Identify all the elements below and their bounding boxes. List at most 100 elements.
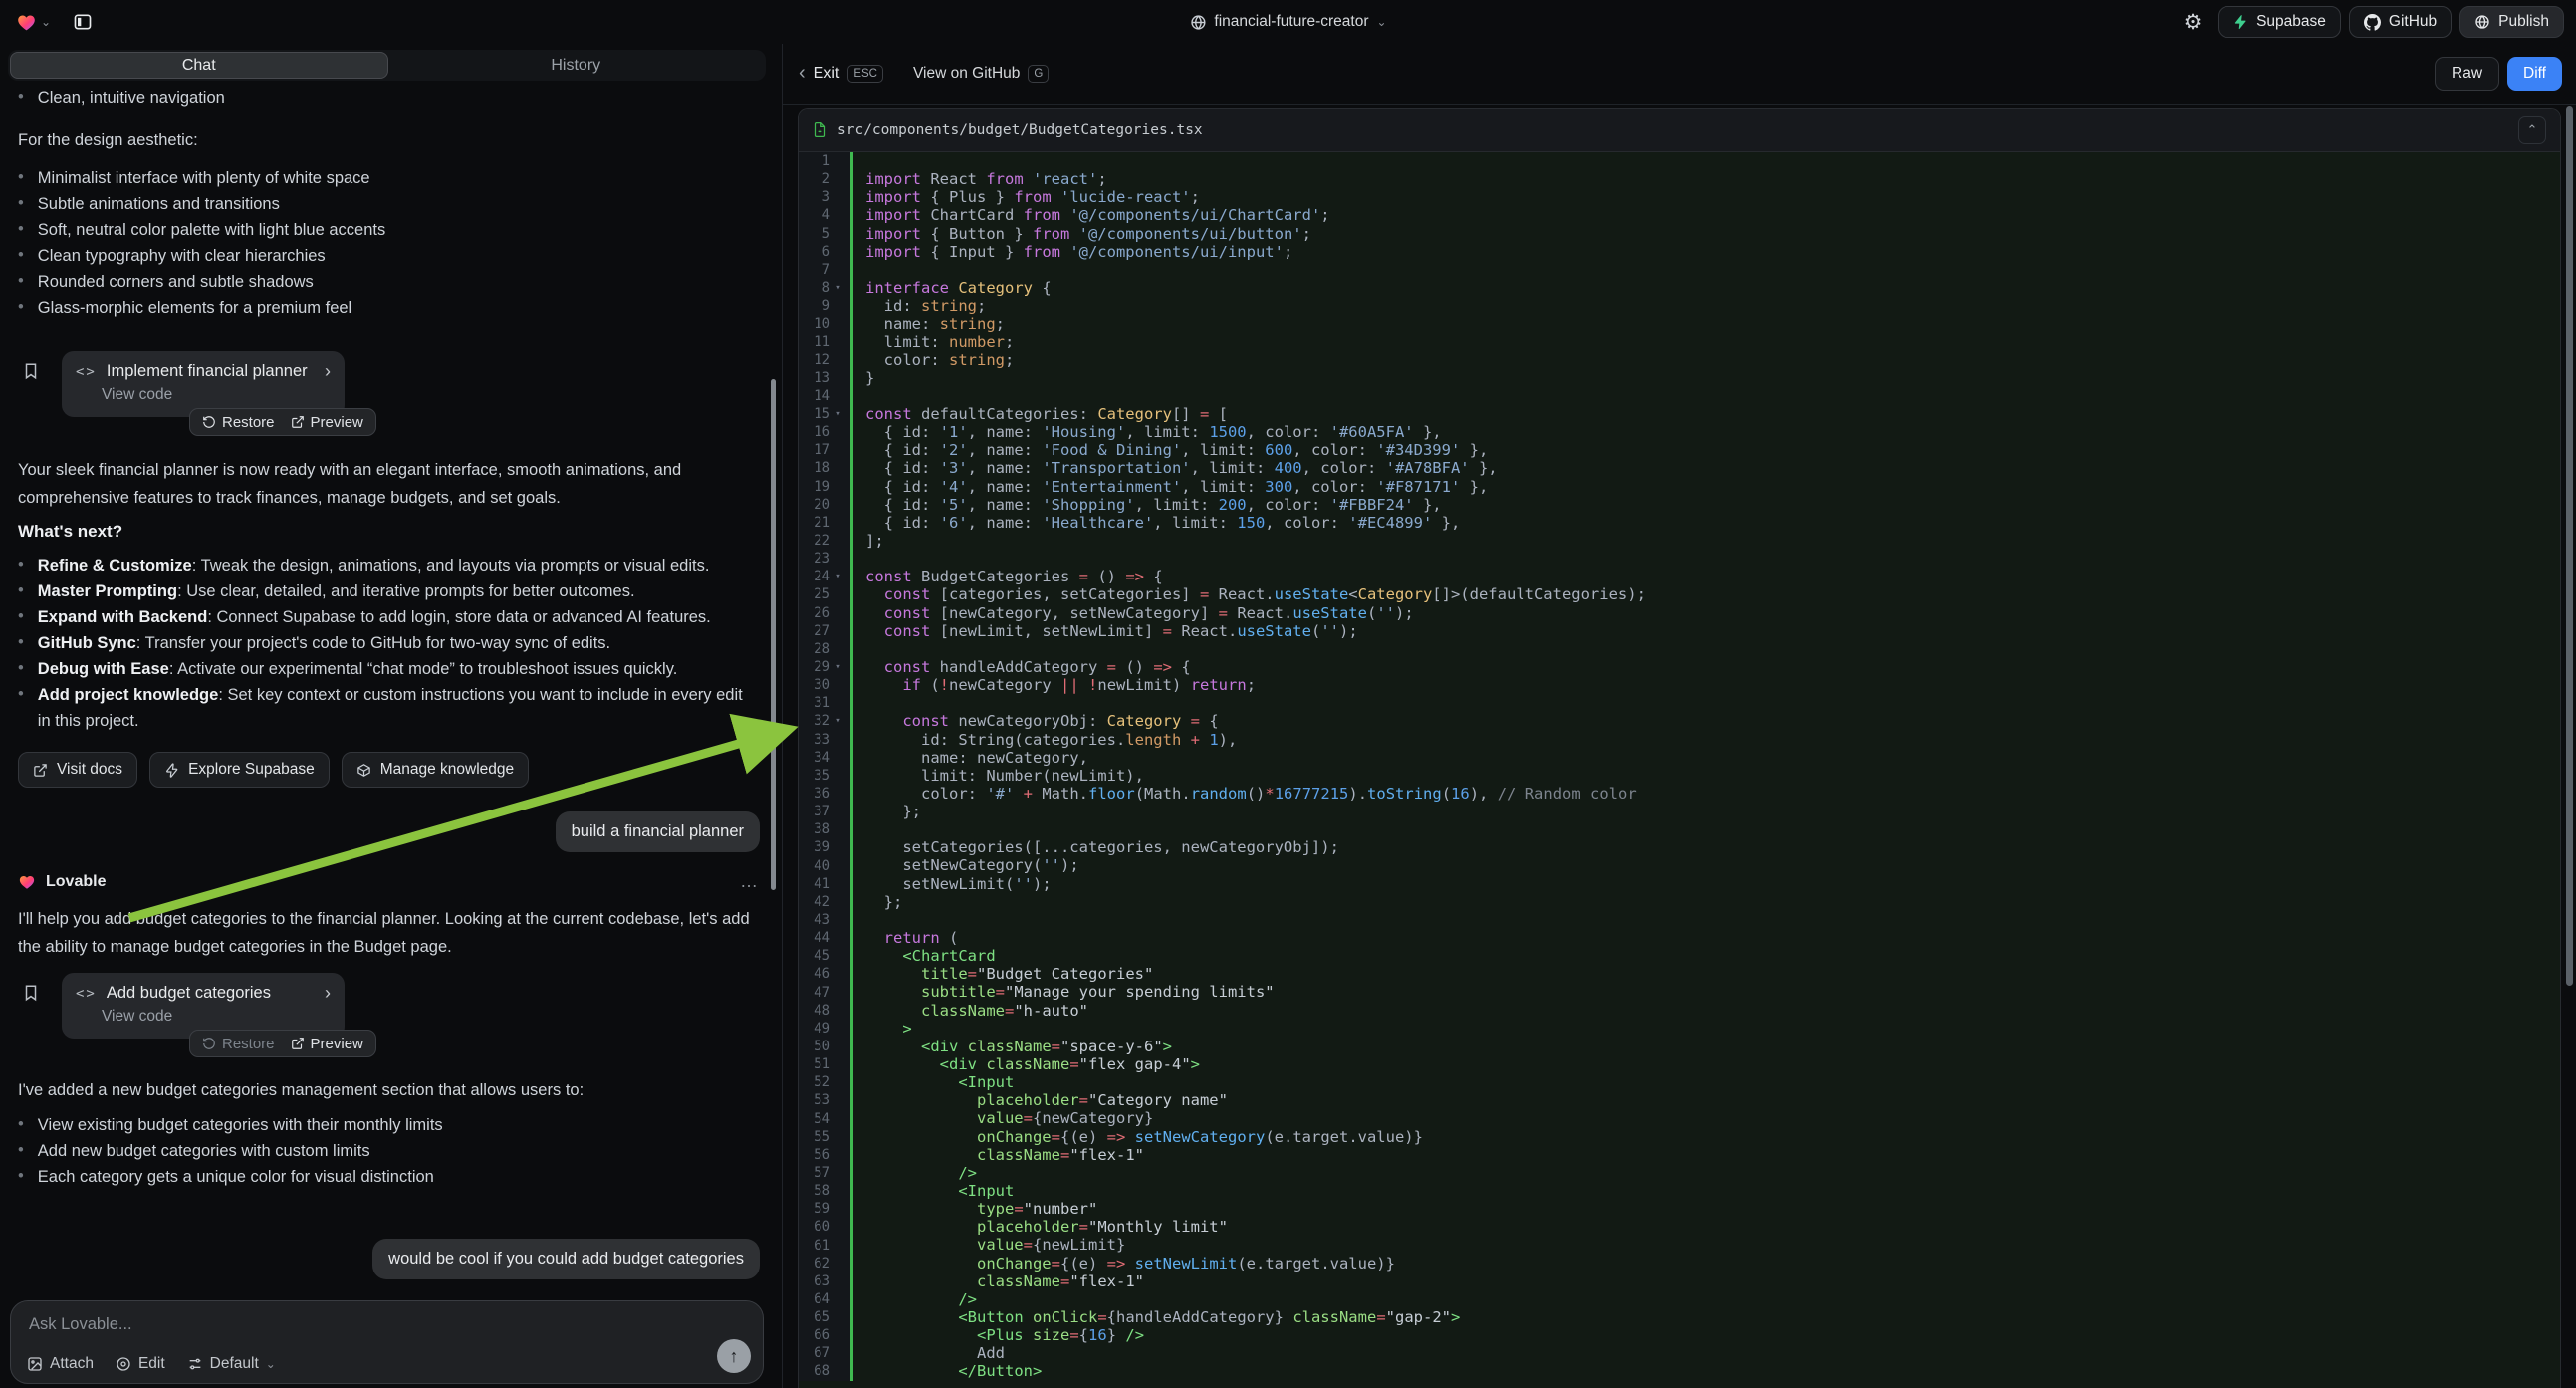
preview-button[interactable]: Preview xyxy=(291,1036,363,1052)
chat-scrollbar[interactable] xyxy=(771,379,776,890)
bookmark-icon[interactable] xyxy=(22,983,40,1003)
file-header[interactable]: src/components/budget/BudgetCategories.t… xyxy=(799,109,2560,152)
line-number[interactable]: 54 xyxy=(799,1111,830,1127)
line-number[interactable]: 34 xyxy=(799,750,830,766)
tab-history[interactable]: History xyxy=(388,52,765,79)
line-number[interactable]: 64 xyxy=(799,1291,830,1307)
line-number[interactable]: 17 xyxy=(799,442,830,458)
line-number[interactable]: 30 xyxy=(799,677,830,693)
line-number[interactable]: 58 xyxy=(799,1183,830,1199)
collapse-file-button[interactable]: ⌃ xyxy=(2518,116,2546,144)
line-number[interactable]: 26 xyxy=(799,605,830,621)
fold-chevron-icon[interactable]: ▾ xyxy=(830,572,846,581)
line-number[interactable]: 10 xyxy=(799,316,830,332)
line-number[interactable]: 22 xyxy=(799,533,830,549)
line-number[interactable]: 21 xyxy=(799,515,830,531)
send-button[interactable]: ↑ xyxy=(717,1339,751,1373)
line-number[interactable]: 42 xyxy=(799,894,830,910)
line-number[interactable]: 66 xyxy=(799,1327,830,1343)
line-number[interactable]: 6 xyxy=(799,244,830,260)
fold-chevron-icon[interactable]: ▾ xyxy=(830,716,846,726)
toggle-sidebar-button[interactable] xyxy=(73,12,93,32)
line-number[interactable]: 28 xyxy=(799,641,830,657)
line-number[interactable]: 40 xyxy=(799,858,830,874)
line-number[interactable]: 25 xyxy=(799,586,830,602)
line-number[interactable]: 68 xyxy=(799,1363,830,1379)
view-code-link[interactable]: View code xyxy=(102,1008,331,1026)
fold-chevron-icon[interactable]: ▾ xyxy=(830,409,846,419)
preview-button[interactable]: Preview xyxy=(291,414,363,431)
line-number[interactable]: 23 xyxy=(799,551,830,567)
project-selector[interactable]: financial-future-creator ⌄ xyxy=(1189,13,1386,31)
line-number[interactable]: 8 xyxy=(799,280,830,296)
line-number[interactable]: 65 xyxy=(799,1309,830,1325)
github-button[interactable]: GitHub xyxy=(2349,6,2452,38)
line-number[interactable]: 53 xyxy=(799,1092,830,1108)
line-number[interactable]: 29 xyxy=(799,659,830,675)
line-number[interactable]: 4 xyxy=(799,207,830,223)
line-number[interactable]: 18 xyxy=(799,460,830,476)
line-number[interactable]: 56 xyxy=(799,1147,830,1163)
line-number[interactable]: 63 xyxy=(799,1273,830,1289)
line-number[interactable]: 13 xyxy=(799,370,830,386)
publish-button[interactable]: Publish xyxy=(2459,6,2564,38)
line-number[interactable]: 1 xyxy=(799,153,830,169)
line-number[interactable]: 48 xyxy=(799,1003,830,1019)
line-number[interactable]: 20 xyxy=(799,497,830,513)
message-menu-button[interactable]: … xyxy=(740,871,760,892)
line-number[interactable]: 50 xyxy=(799,1039,830,1054)
line-number[interactable]: 43 xyxy=(799,912,830,928)
view-code-link[interactable]: View code xyxy=(102,386,331,404)
line-number[interactable]: 39 xyxy=(799,839,830,855)
line-number[interactable]: 2 xyxy=(799,171,830,187)
exit-button[interactable]: ‹ Exit ESC xyxy=(799,63,883,86)
code-scrollbar[interactable] xyxy=(2566,106,2573,986)
line-number[interactable]: 57 xyxy=(799,1165,830,1181)
settings-button[interactable]: ⚙ xyxy=(2176,6,2210,38)
line-number[interactable]: 51 xyxy=(799,1056,830,1072)
raw-toggle-button[interactable]: Raw xyxy=(2435,57,2499,91)
line-number[interactable]: 52 xyxy=(799,1074,830,1090)
line-number[interactable]: 67 xyxy=(799,1345,830,1361)
tab-chat[interactable]: Chat xyxy=(10,52,388,79)
line-number[interactable]: 11 xyxy=(799,334,830,349)
chat-input-box[interactable]: Ask Lovable... Attach Edit Default ⌄ ↑ xyxy=(10,1300,764,1384)
fold-chevron-icon[interactable]: ▾ xyxy=(830,662,846,672)
line-number[interactable]: 14 xyxy=(799,388,830,404)
lovable-logo-menu[interactable]: ⌄ xyxy=(16,12,51,33)
explore-supabase-button[interactable]: Explore Supabase xyxy=(149,752,330,788)
line-number[interactable]: 62 xyxy=(799,1256,830,1272)
line-number[interactable]: 3 xyxy=(799,189,830,205)
line-number[interactable]: 44 xyxy=(799,930,830,946)
line-number[interactable]: 45 xyxy=(799,948,830,964)
line-number[interactable]: 36 xyxy=(799,786,830,802)
restore-button[interactable]: Restore xyxy=(202,414,275,431)
line-number[interactable]: 9 xyxy=(799,298,830,314)
manage-knowledge-button[interactable]: Manage knowledge xyxy=(342,752,529,788)
code-editor[interactable]: 12import React from 'react';3import { Pl… xyxy=(799,152,2560,1388)
line-number[interactable]: 19 xyxy=(799,479,830,495)
line-number[interactable]: 7 xyxy=(799,262,830,278)
line-number[interactable]: 47 xyxy=(799,985,830,1001)
edit-button[interactable]: Edit xyxy=(116,1355,165,1373)
line-number[interactable]: 33 xyxy=(799,732,830,748)
line-number[interactable]: 55 xyxy=(799,1129,830,1145)
line-number[interactable]: 60 xyxy=(799,1219,830,1235)
line-number[interactable]: 38 xyxy=(799,821,830,837)
attach-button[interactable]: Attach xyxy=(27,1355,94,1373)
restore-button[interactable]: Restore xyxy=(202,1036,275,1052)
supabase-button[interactable]: Supabase xyxy=(2218,6,2341,38)
line-number[interactable]: 59 xyxy=(799,1201,830,1217)
line-number[interactable]: 24 xyxy=(799,569,830,584)
line-number[interactable]: 41 xyxy=(799,876,830,892)
line-number[interactable]: 31 xyxy=(799,695,830,711)
mode-select[interactable]: Default ⌄ xyxy=(187,1355,276,1373)
chat-message-list[interactable]: • Clean, intuitive navigation For the de… xyxy=(0,83,782,1298)
line-number[interactable]: 35 xyxy=(799,768,830,784)
line-number[interactable]: 12 xyxy=(799,352,830,368)
line-number[interactable]: 46 xyxy=(799,966,830,982)
line-number[interactable]: 32 xyxy=(799,713,830,729)
line-number[interactable]: 61 xyxy=(799,1238,830,1254)
visit-docs-button[interactable]: Visit docs xyxy=(18,752,137,788)
line-number[interactable]: 15 xyxy=(799,406,830,422)
